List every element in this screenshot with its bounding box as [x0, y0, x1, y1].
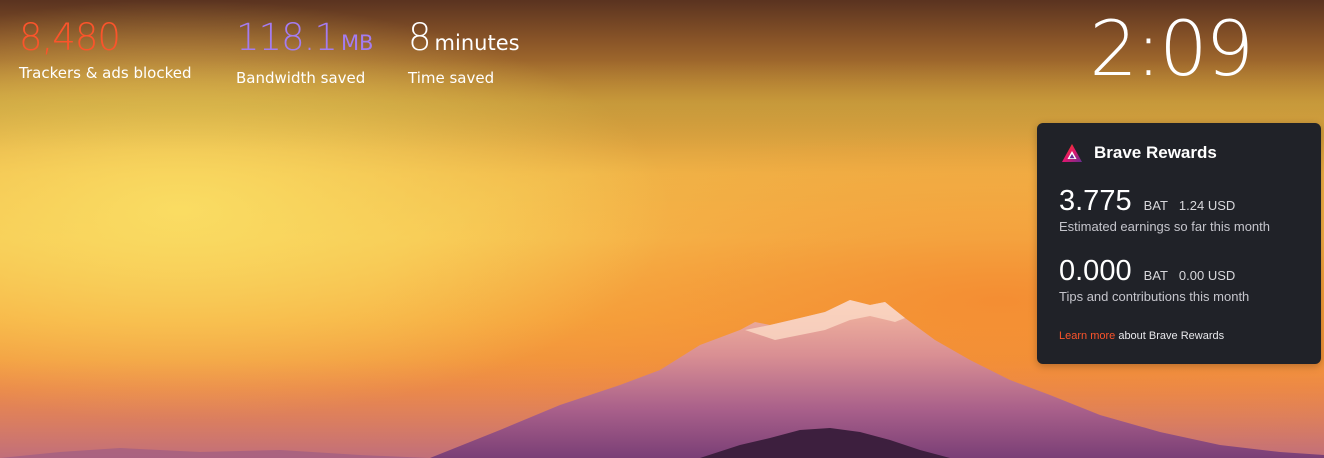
brave-rewards-bat-icon: [1062, 144, 1082, 162]
learn-more-link[interactable]: Learn more: [1059, 330, 1115, 342]
time-saved-value: 8: [408, 16, 432, 59]
rewards-tips-amount: 0.000: [1059, 255, 1132, 287]
rewards-tips-currency: BAT: [1143, 268, 1168, 283]
rewards-header: Brave Rewards: [1061, 143, 1217, 163]
rewards-earnings-line: 3.775 BAT 1.24 USD: [1059, 185, 1270, 217]
clock: 2:09: [1089, 4, 1254, 93]
brave-rewards-widget[interactable]: Brave Rewards 3.775 BAT 1.24 USD Estimated…: [1037, 123, 1321, 364]
bandwidth-saved-value: 118.1: [236, 16, 338, 59]
trackers-blocked-label: Trackers & ads blocked: [19, 64, 192, 82]
rewards-footer: Learn more about Brave Rewards: [1059, 330, 1224, 342]
time-saved-label: Time saved: [408, 69, 495, 87]
time-saved-unit: minutes: [434, 31, 520, 55]
stat-time-saved: 8 minutes Time saved: [408, 16, 520, 87]
stat-trackers-blocked: 8,480 Trackers & ads blocked: [19, 16, 191, 82]
rewards-tips: 0.000 BAT 0.00 USD Tips and contributions …: [1059, 255, 1249, 304]
rewards-title: Brave Rewards: [1094, 143, 1217, 162]
time-saved-value-wrap: 8 minutes: [408, 16, 520, 65]
rewards-earnings-usd: 1.24 USD: [1178, 198, 1236, 213]
rewards-tips-line: 0.000 BAT 0.00 USD: [1059, 255, 1249, 287]
bandwidth-saved-unit: MB: [340, 31, 374, 55]
trackers-blocked-count: 8,480: [19, 16, 121, 59]
rewards-footer-text: about Brave Rewards: [1115, 330, 1225, 342]
rewards-tips-usd: 0.00 USD: [1178, 268, 1236, 283]
rewards-earnings-description: Estimated earnings so far this month: [1059, 219, 1270, 234]
rewards-earnings-amount: 3.775: [1059, 185, 1132, 217]
stat-bandwidth-saved: 118.1 MB Bandwidth saved: [236, 16, 373, 87]
rewards-tips-description: Tips and contributions this month: [1059, 289, 1250, 304]
bandwidth-saved-label: Bandwidth saved: [236, 69, 366, 87]
rewards-earnings: 3.775 BAT 1.24 USD Estimated earnings so f…: [1059, 185, 1270, 234]
bandwidth-saved-value-wrap: 118.1 MB: [236, 16, 373, 65]
rewards-earnings-currency: BAT: [1143, 198, 1168, 213]
